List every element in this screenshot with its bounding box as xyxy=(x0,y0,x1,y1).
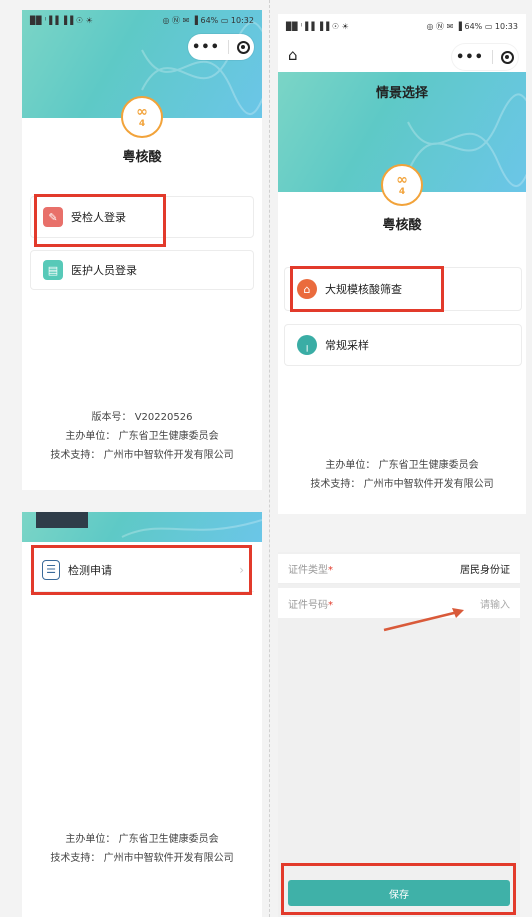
footer-info: 主办单位： 广东省卫生健康委员会 技术支持： 广州市中智软件开发有限公司 xyxy=(278,456,526,494)
id-number-input[interactable]: 请输入 xyxy=(480,596,510,611)
highlight-box xyxy=(31,545,252,595)
id-type-label: 证件类型* xyxy=(288,565,333,576)
capsule-separator xyxy=(227,40,229,54)
app-logo: ∞ 4 xyxy=(381,164,423,206)
home-icon[interactable]: ⌂ xyxy=(288,46,298,64)
more-button[interactable]: ••• xyxy=(456,50,484,65)
screen-login: ▉▉ ˡ▐▐ ▐▐ ☉ ☀ ◎ Ⓝ ✉ ▐ 64% ▭ 10:32 ••• ∞ … xyxy=(22,10,262,490)
scenario-label: 常规采样 xyxy=(325,339,369,352)
dna-helix-icon xyxy=(121,519,262,538)
organizer-text: 主办单位： 广东省卫生健康委员会 xyxy=(65,431,219,442)
status-left: ▉▉ ˡ▐▐ ▐▐ ☉ ☀ xyxy=(30,15,93,25)
footer-info: 主办单位： 广东省卫生健康委员会 技术支持： 广州市中智软件开发有限公司 xyxy=(22,830,262,868)
panel-divider xyxy=(269,0,270,917)
login-option-label: 医护人员登录 xyxy=(71,264,137,277)
close-miniprogram-icon[interactable] xyxy=(236,40,250,54)
app-title: 粤核酸 xyxy=(122,150,162,165)
scenario-routine-sampling[interactable]: ╷ 常规采样 xyxy=(284,324,522,366)
support-text: 技术支持： 广州市中智软件开发有限公司 xyxy=(310,479,494,490)
id-number-label: 证件号码* xyxy=(288,599,333,611)
highlight-box xyxy=(281,863,516,915)
annotation-arrow-icon xyxy=(383,608,464,632)
header-banner xyxy=(22,512,262,542)
logo-number: 4 xyxy=(138,119,146,129)
dna-logo-icon: ∞ xyxy=(136,104,148,120)
app-logo: ∞ 4 xyxy=(121,96,163,138)
test-tube-icon: ╷ xyxy=(297,335,317,355)
more-button[interactable]: ••• xyxy=(192,40,220,55)
support-text: 技术支持： 广州市中智软件开发有限公司 xyxy=(50,853,234,864)
login-option-medical-staff[interactable]: ▤ 医护人员登录 xyxy=(30,250,254,290)
support-text: 技术支持： 广州市中智软件开发有限公司 xyxy=(50,450,234,461)
page-title: 情景选择 xyxy=(375,86,428,101)
status-left: ▉▉ ˡ▐▐ ▐▐ ☉ ☀ xyxy=(286,21,349,31)
miniprogram-capsule: ••• xyxy=(188,34,254,60)
status-right: ◎ Ⓝ ✉ ▐ 64% ▭ 10:32 xyxy=(162,15,255,25)
status-bar: ▉▉ ˡ▐▐ ▐▐ ☉ ☀ ◎ Ⓝ ✉ ▐ 64% ▭ 10:32 xyxy=(22,12,262,28)
required-mark: * xyxy=(328,599,333,611)
required-mark: * xyxy=(328,565,333,576)
close-miniprogram-icon[interactable] xyxy=(500,50,514,64)
id-type-row[interactable]: 证件类型* 居民身份证 xyxy=(278,554,520,584)
status-right: ◎ Ⓝ ✉ ▐ 64% ▭ 10:33 xyxy=(426,21,519,31)
id-type-value: 居民身份证 xyxy=(460,565,510,576)
status-bar: ▉▉ ˡ▐▐ ▐▐ ☉ ☀ ◎ Ⓝ ✉ ▐ 64% ▭ 10:33 xyxy=(278,18,526,34)
footer-info: 版本号： V20220526 主办单位： 广东省卫生健康委员会 技术支持： 广州… xyxy=(22,408,262,465)
logo-number: 4 xyxy=(398,187,406,197)
dna-logo-icon: ∞ xyxy=(396,172,408,188)
highlight-box xyxy=(290,266,444,312)
organizer-text: 主办单位： 广东省卫生健康委员会 xyxy=(65,834,219,845)
clipboard-icon: ▤ xyxy=(43,260,63,280)
organizer-text: 主办单位： 广东省卫生健康委员会 xyxy=(325,460,479,471)
screen-scenario: ▉▉ ˡ▐▐ ▐▐ ☉ ☀ ◎ Ⓝ ✉ ▐ 64% ▭ 10:33 ⌂ ••• … xyxy=(278,14,526,514)
highlight-box xyxy=(34,194,166,247)
app-title: 粤核酸 xyxy=(382,218,422,233)
miniprogram-capsule: ••• xyxy=(452,44,518,70)
capsule-separator xyxy=(491,50,493,64)
version-text: 版本号： V20220526 xyxy=(91,412,193,423)
